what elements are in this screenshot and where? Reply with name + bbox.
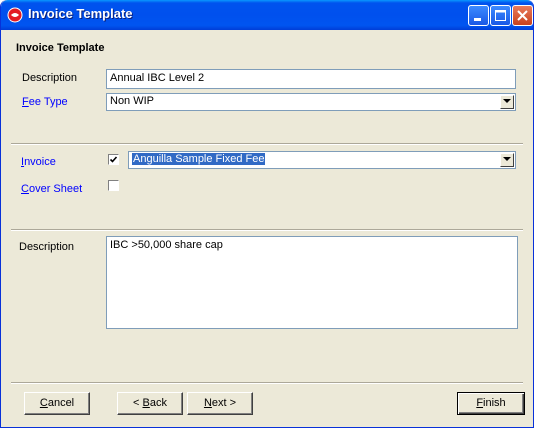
fee-type-select[interactable]: Non WIP: [106, 93, 516, 111]
next-button[interactable]: Next >: [187, 392, 253, 415]
cover-sheet-checkbox[interactable]: [108, 180, 119, 191]
fee-type-label[interactable]: Fee Type: [22, 96, 68, 108]
checkmark-icon: [109, 156, 118, 163]
cover-sheet-label[interactable]: Cover Sheet: [21, 183, 82, 195]
section-heading: Invoice Template: [16, 42, 105, 54]
invoice-template-window: Invoice Template Invoice Template Descri…: [0, 0, 534, 428]
cancel-button[interactable]: Cancel: [24, 392, 90, 415]
invoice-checkbox[interactable]: [108, 154, 119, 165]
maximize-button[interactable]: [490, 5, 511, 26]
fee-type-dropdown-button[interactable]: [500, 95, 514, 109]
notes-label: Description: [19, 241, 75, 253]
separator-middle: [11, 229, 523, 231]
close-button[interactable]: [512, 5, 533, 26]
dialog-body: Invoice Template Description Annual IBC …: [3, 30, 531, 425]
chevron-down-icon: [503, 157, 511, 161]
description-input[interactable]: Annual IBC Level 2: [106, 69, 516, 89]
app-icon: [7, 7, 23, 23]
maximize-icon: [495, 10, 506, 21]
minimize-icon: [474, 18, 481, 21]
description-label: Description: [22, 72, 78, 84]
notes-textarea[interactable]: IBC >50,000 share cap: [106, 236, 518, 329]
chevron-down-icon: [503, 99, 511, 103]
title-bar[interactable]: Invoice Template: [1, 0, 533, 30]
minimize-button[interactable]: [468, 5, 489, 26]
invoice-label[interactable]: Invoice: [21, 156, 56, 168]
finish-button[interactable]: Finish: [457, 392, 525, 415]
invoice-dropdown-button[interactable]: [500, 153, 514, 167]
separator-top: [11, 143, 523, 145]
invoice-template-select[interactable]: Anguilla Sample Fixed Fee: [128, 151, 516, 169]
back-button[interactable]: < Back: [117, 392, 183, 415]
separator-bottom: [11, 382, 523, 384]
close-icon: [517, 10, 528, 21]
window-title: Invoice Template: [28, 6, 133, 21]
